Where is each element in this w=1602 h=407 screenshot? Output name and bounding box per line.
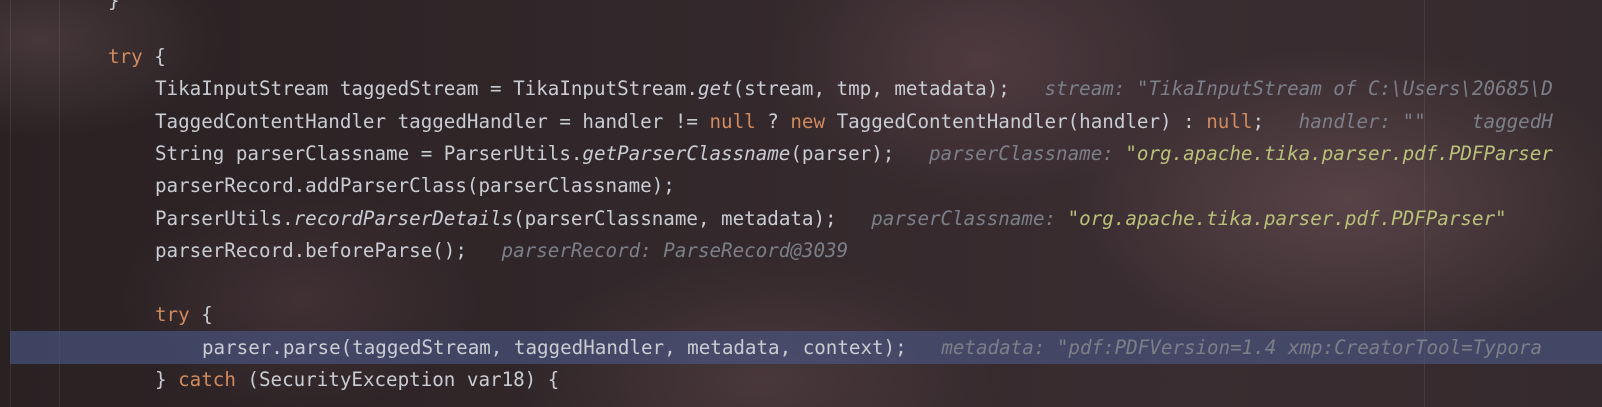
code-line[interactable]: TikaInputStream taggedStream = TikaInput…	[0, 72, 1602, 105]
code-token: TaggedContentHandler taggedHandler = han…	[155, 110, 710, 133]
code-line[interactable]: try {	[0, 298, 1602, 331]
code-token: (parserClassname, metadata);	[513, 207, 837, 230]
code-token: ParserUtils.	[155, 207, 294, 230]
code-token: ;	[1252, 110, 1265, 133]
code-line[interactable]: try {	[0, 40, 1602, 73]
code-token: {	[142, 45, 166, 68]
code-line[interactable]	[0, 266, 1602, 299]
code-text: TikaInputStream taggedStream = TikaInput…	[155, 72, 1553, 105]
code-text: ParserUtils.recordParserDetails(parserCl…	[155, 202, 1507, 235]
code-token: ?	[755, 110, 791, 133]
code-token: parserRecord.addParserClass(parserClassn…	[155, 174, 675, 197]
code-token: null	[709, 110, 756, 133]
code-text: String parserClassname = ParserUtils.get…	[155, 137, 1553, 170]
code-line[interactable]: TaggedContentHandler taggedHandler = han…	[0, 105, 1602, 138]
inline-debug-value: "org.apache.tika.parser.pdf.PDFParser"	[1067, 207, 1507, 230]
code-line[interactable]: parserRecord.beforeParse(); parserRecord…	[0, 234, 1602, 267]
code-text: parserRecord.addParserClass(parserClassn…	[155, 169, 675, 202]
code-token: TikaInputStream taggedStream = TikaInput…	[155, 77, 698, 100]
code-line[interactable]: } catch (SecurityException var18) {	[0, 363, 1602, 396]
inline-debug-value: "org.apache.tika.parser.pdf.PDFParser	[1125, 142, 1553, 165]
code-text: try {	[155, 298, 213, 331]
code-text: try {	[108, 40, 166, 73]
inline-debug-value: parserRecord: ParseRecord@3039	[466, 239, 849, 262]
code-token: new	[790, 110, 826, 133]
code-text: } catch (SecurityException var18) {	[155, 363, 559, 396]
code-token: (parser);	[790, 142, 895, 165]
code-token: catch	[178, 368, 236, 391]
code-token: try	[108, 45, 143, 68]
code-token: String parserClassname = ParserUtils.	[155, 142, 583, 165]
code-token: {	[189, 303, 213, 326]
code-token: null	[1206, 110, 1253, 133]
inline-debug-value: parserClassname:	[836, 207, 1068, 230]
code-token: (SecurityException var18) {	[235, 368, 560, 391]
code-token: getParserClassname	[582, 142, 791, 165]
code-token: parserRecord.beforeParse();	[155, 239, 467, 262]
code-token: try	[155, 303, 190, 326]
code-text: TaggedContentHandler taggedHandler = han…	[155, 105, 1553, 138]
code-line-current[interactable]: parser.parse(taggedStream, taggedHandler…	[10, 331, 1602, 364]
code-line[interactable]: ParserUtils.recordParserDetails(parserCl…	[0, 202, 1602, 235]
code-line[interactable]: parserRecord.addParserClass(parserClassn…	[0, 169, 1602, 202]
code-token: parser.parse(taggedStream, taggedHandler…	[202, 336, 907, 359]
code-text: parserRecord.beforeParse(); parserRecord…	[155, 234, 848, 267]
code-token: }	[155, 368, 179, 391]
code-token: TaggedContentHandler(handler) :	[825, 110, 1207, 133]
code-line[interactable]: }	[0, 0, 1602, 17]
code-token: recordParserDetails	[293, 207, 514, 230]
inline-debug-value: parserClassname:	[894, 142, 1126, 165]
code-token: get	[697, 77, 733, 100]
code-text: parser.parse(taggedStream, taggedHandler…	[202, 331, 1542, 364]
code-line[interactable]: String parserClassname = ParserUtils.get…	[0, 137, 1602, 170]
inline-debug-value: stream: "TikaInputStream of C:\Users\206…	[1009, 77, 1553, 100]
code-token: (stream, tmp, metadata);	[732, 77, 1010, 100]
inline-debug-value: handler: "" taggedH	[1264, 110, 1553, 133]
code-fragment: }	[108, 0, 120, 12]
inline-debug-value: metadata: "pdf:PDFVersion=1.4 xmp:Creato…	[906, 336, 1543, 359]
